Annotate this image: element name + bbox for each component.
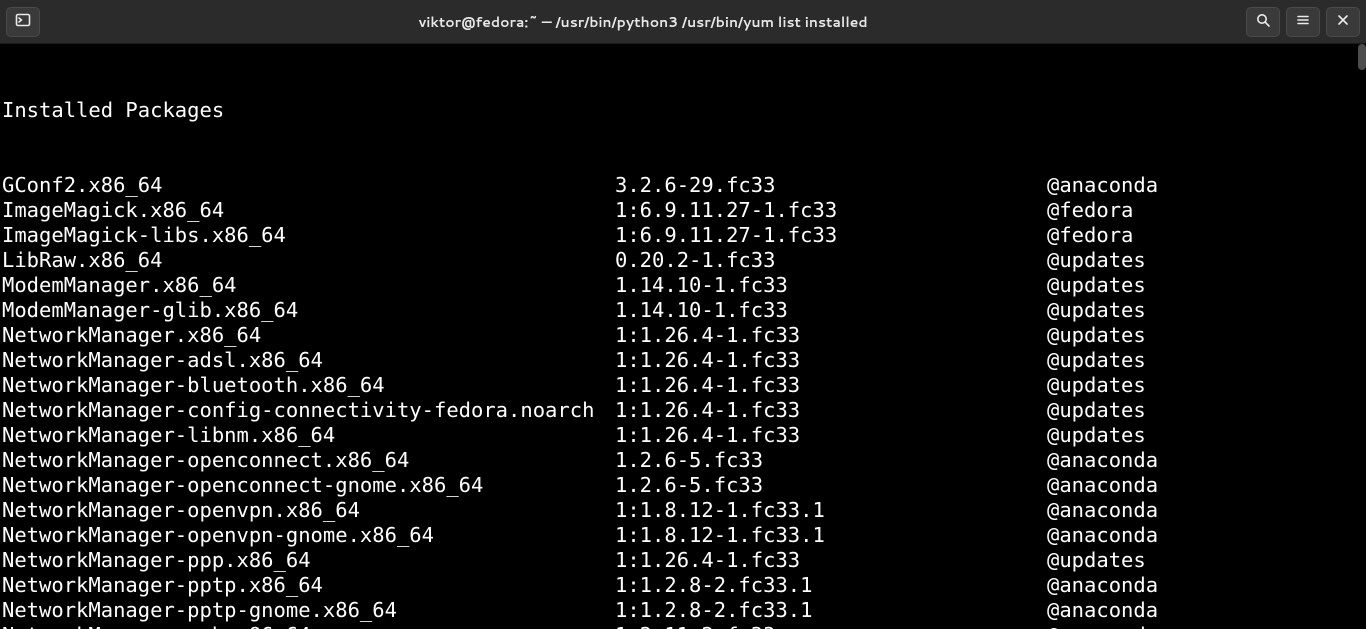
package-row: NetworkManager-openvpn.x86_641:1.8.12-1.… (2, 498, 1364, 523)
package-row: NetworkManager.x86_641:1.26.4-1.fc33@upd… (2, 323, 1364, 348)
new-tab-button[interactable] (6, 7, 40, 37)
scrollbar[interactable] (1358, 44, 1366, 629)
package-repo: @fedora (1047, 223, 1364, 248)
package-row: LibRaw.x86_640.20.2-1.fc33@updates (2, 248, 1364, 273)
terminal-icon (15, 12, 31, 32)
package-repo: @updates (1047, 298, 1364, 323)
package-repo: @updates (1047, 323, 1364, 348)
package-repo: @anaconda (1047, 473, 1364, 498)
package-row: NetworkManager-pptp-gnome.x86_641:1.2.8-… (2, 598, 1364, 623)
hamburger-icon (1295, 12, 1311, 32)
close-icon (1335, 12, 1351, 32)
package-row: GConf2.x86_643.2.6-29.fc33@anaconda (2, 173, 1364, 198)
package-row: ImageMagick-libs.x86_641:6.9.11.27-1.fc3… (2, 223, 1364, 248)
output-header: Installed Packages (2, 98, 1364, 123)
package-version: 1.2.6-5.fc33 (615, 473, 1047, 498)
menu-button[interactable] (1286, 7, 1320, 37)
package-name: NetworkManager-libnm.x86_64 (2, 423, 615, 448)
window-title: viktor@fedora:~ — /usr/bin/python3 /usr/… (40, 12, 1246, 32)
package-repo: @updates (1047, 373, 1364, 398)
package-row: NetworkManager-openconnect-gnome.x86_641… (2, 473, 1364, 498)
package-name: NetworkManager-adsl.x86_64 (2, 348, 615, 373)
package-version: 1.14.10-1.fc33 (615, 273, 1047, 298)
package-name: ModemManager-glib.x86_64 (2, 298, 615, 323)
package-row: NetworkManager-config-connectivity-fedor… (2, 398, 1364, 423)
package-row: NetworkManager-adsl.x86_641:1.26.4-1.fc3… (2, 348, 1364, 373)
package-repo: @anaconda (1047, 498, 1364, 523)
package-repo: @fedora (1047, 198, 1364, 223)
package-repo: @anaconda (1047, 173, 1364, 198)
package-name: GConf2.x86_64 (2, 173, 615, 198)
package-name: NetworkManager-pptp.x86_64 (2, 573, 615, 598)
package-name: LibRaw.x86_64 (2, 248, 615, 273)
terminal-output[interactable]: Installed Packages GConf2.x86_643.2.6-29… (0, 44, 1366, 629)
package-repo: @updates (1047, 423, 1364, 448)
package-repo: @updates (1047, 348, 1364, 373)
package-name: NetworkManager-bluetooth.x86_64 (2, 373, 615, 398)
package-repo: @updates (1047, 273, 1364, 298)
package-version: 1:1.26.4-1.fc33 (615, 323, 1047, 348)
package-version: 1:1.2.8-2.fc33.1 (615, 573, 1047, 598)
package-version: 1:1.2.8-2.fc33.1 (615, 598, 1047, 623)
package-name: NetworkManager-openconnect.x86_64 (2, 448, 615, 473)
titlebar: viktor@fedora:~ — /usr/bin/python3 /usr/… (0, 0, 1366, 44)
search-button[interactable] (1246, 7, 1280, 37)
package-repo: @anaconda (1047, 448, 1364, 473)
package-name: NetworkManager-ssh.x86_64 (2, 623, 615, 629)
package-name: ModemManager.x86_64 (2, 273, 615, 298)
package-row: NetworkManager-openvpn-gnome.x86_641:1.8… (2, 523, 1364, 548)
package-name: ImageMagick-libs.x86_64 (2, 223, 615, 248)
titlebar-right (1246, 7, 1360, 37)
package-name: ImageMagick.x86_64 (2, 198, 615, 223)
package-repo: @updates (1047, 248, 1364, 273)
package-name: NetworkManager-ppp.x86_64 (2, 548, 615, 573)
package-name: NetworkManager-openvpn.x86_64 (2, 498, 615, 523)
package-repo: @updates (1047, 548, 1364, 573)
package-row: NetworkManager-libnm.x86_641:1.26.4-1.fc… (2, 423, 1364, 448)
package-version: 1:1.26.4-1.fc33 (615, 423, 1047, 448)
package-name: NetworkManager.x86_64 (2, 323, 615, 348)
package-row: NetworkManager-bluetooth.x86_641:1.26.4-… (2, 373, 1364, 398)
titlebar-left (6, 7, 40, 37)
package-version: 1.14.10-1.fc33 (615, 298, 1047, 323)
close-button[interactable] (1326, 7, 1360, 37)
package-repo: @anaconda (1047, 573, 1364, 598)
package-name: NetworkManager-config-connectivity-fedor… (2, 398, 615, 423)
package-row: NetworkManager-ppp.x86_641:1.26.4-1.fc33… (2, 548, 1364, 573)
package-row: ModemManager.x86_641.14.10-1.fc33@update… (2, 273, 1364, 298)
package-version: 1.2.11-2.fc33 (615, 623, 1047, 629)
package-version: 1:1.26.4-1.fc33 (615, 373, 1047, 398)
package-repo: @anaconda (1047, 623, 1364, 629)
package-version: 1:1.8.12-1.fc33.1 (615, 498, 1047, 523)
package-repo: @anaconda (1047, 598, 1364, 623)
package-version: 1.2.6-5.fc33 (615, 448, 1047, 473)
package-version: 1:1.26.4-1.fc33 (615, 348, 1047, 373)
package-version: 1:6.9.11.27-1.fc33 (615, 223, 1047, 248)
package-row: NetworkManager-openconnect.x86_641.2.6-5… (2, 448, 1364, 473)
package-list: GConf2.x86_643.2.6-29.fc33@anacondaImage… (2, 173, 1364, 629)
package-row: ModemManager-glib.x86_641.14.10-1.fc33@u… (2, 298, 1364, 323)
package-version: 1:1.26.4-1.fc33 (615, 398, 1047, 423)
package-name: NetworkManager-openconnect-gnome.x86_64 (2, 473, 615, 498)
package-version: 1:1.26.4-1.fc33 (615, 548, 1047, 573)
package-version: 0.20.2-1.fc33 (615, 248, 1047, 273)
package-version: 1:6.9.11.27-1.fc33 (615, 198, 1047, 223)
search-icon (1255, 12, 1271, 32)
package-repo: @updates (1047, 398, 1364, 423)
package-name: NetworkManager-openvpn-gnome.x86_64 (2, 523, 615, 548)
package-name: NetworkManager-pptp-gnome.x86_64 (2, 598, 615, 623)
scrollbar-thumb[interactable] (1358, 44, 1366, 70)
package-repo: @anaconda (1047, 523, 1364, 548)
package-row: NetworkManager-pptp.x86_641:1.2.8-2.fc33… (2, 573, 1364, 598)
package-row: NetworkManager-ssh.x86_641.2.11-2.fc33@a… (2, 623, 1364, 629)
package-row: ImageMagick.x86_641:6.9.11.27-1.fc33@fed… (2, 198, 1364, 223)
package-version: 3.2.6-29.fc33 (615, 173, 1047, 198)
package-version: 1:1.8.12-1.fc33.1 (615, 523, 1047, 548)
